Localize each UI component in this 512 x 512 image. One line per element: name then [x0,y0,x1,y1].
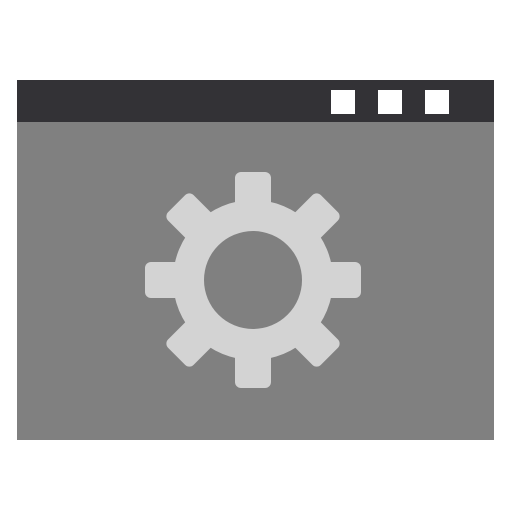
gear-tooth [235,172,271,216]
title-bar [17,80,494,122]
gear-tooth [145,262,189,298]
window-button-1[interactable] [331,90,355,114]
gear-hole [204,231,302,329]
gear-tooth [317,262,361,298]
window-button-3[interactable] [425,90,449,114]
gear-tooth [235,344,271,388]
window-button-2[interactable] [378,90,402,114]
gear-icon [145,172,361,388]
